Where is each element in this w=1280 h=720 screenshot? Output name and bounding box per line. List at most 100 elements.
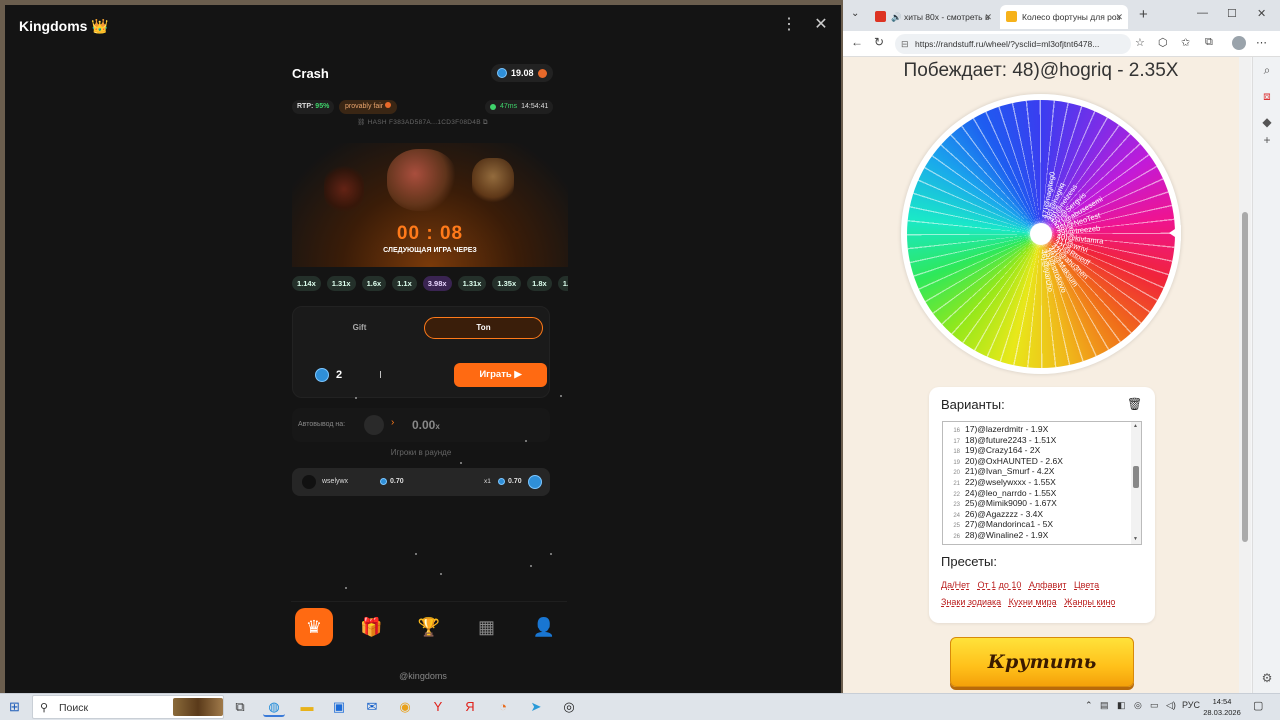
windows-start-icon[interactable]: ⊞ xyxy=(9,700,23,714)
page-scrollbar[interactable] xyxy=(1239,57,1251,693)
gift-icon[interactable] xyxy=(364,415,384,435)
maximize-icon[interactable]: ☐ xyxy=(1227,7,1237,20)
telegram-icon[interactable]: ➤ xyxy=(525,697,547,717)
yandex-icon[interactable]: Y xyxy=(427,697,449,717)
new-tab-icon[interactable]: + xyxy=(1139,6,1148,23)
more-menu-icon[interactable]: ⋮ xyxy=(781,15,797,35)
player-name: wselywx xyxy=(322,478,349,485)
chat-icon[interactable]: ◔ xyxy=(492,697,514,717)
nav-gifts-icon[interactable]: 🎁 xyxy=(353,608,391,646)
yandex-music-icon[interactable]: Я xyxy=(459,697,481,717)
search-icon[interactable]: ⌕ xyxy=(1260,63,1274,77)
nav-profile-icon[interactable]: 👤 xyxy=(525,608,563,646)
play-button[interactable]: Играть ▶ xyxy=(454,363,547,387)
page-scroll-thumb[interactable] xyxy=(1242,212,1248,542)
more-icon[interactable]: ⋯ xyxy=(1256,36,1267,49)
autowithdraw-unit: x xyxy=(435,422,440,431)
edge-browser-icon[interactable]: ◍ xyxy=(263,697,285,717)
refresh-icon[interactable]: ↻ xyxy=(874,35,884,49)
browser-tab-wheel[interactable]: Колесо фортуны для роз ✕ xyxy=(1000,5,1128,29)
tab-gift[interactable]: Gift xyxy=(301,317,418,339)
app-title: Kingdoms 👑 xyxy=(19,18,109,34)
variants-scrollbar[interactable]: ▲ ▼ xyxy=(1131,422,1141,544)
bet-amount-input[interactable]: 2 I xyxy=(315,368,382,382)
store-icon[interactable]: ▣ xyxy=(328,697,350,717)
variant-text: 21)@Ivan_Smurf - 4.2X xyxy=(965,466,1055,477)
variant-text: 27)@Mandorinca1 - 5X xyxy=(965,519,1054,530)
tab-list-icon[interactable]: ⌄ xyxy=(851,8,865,22)
variants-textarea[interactable]: 26 28)@Winaline2 - 1.9X 25 27)@Mandorinca1 … xyxy=(942,421,1142,545)
toolbox-icon[interactable]: ⧈ xyxy=(1260,89,1274,103)
decor-gift-left xyxy=(324,165,364,213)
task-view-icon[interactable]: ⧉ xyxy=(229,697,251,717)
scroll-up-icon[interactable]: ▲ xyxy=(1133,423,1138,429)
favorites-icon[interactable]: ✩ xyxy=(1181,36,1190,49)
preset-link[interactable]: Жанры кино xyxy=(1064,597,1115,607)
sparkle-dot xyxy=(525,440,527,442)
trash-icon[interactable]: 🗑 xyxy=(1127,397,1142,411)
spin-button[interactable]: Крутить xyxy=(950,637,1134,687)
close-icon[interactable]: ✕ xyxy=(813,15,829,35)
favorite-star-icon[interactable]: ☆ xyxy=(1135,36,1145,49)
player-bet-value: 0.70 xyxy=(390,478,404,485)
players-title: Игроки в раунде xyxy=(390,448,452,457)
scroll-down-icon[interactable]: ▼ xyxy=(1133,536,1138,542)
tray-app-icon[interactable]: ◎ xyxy=(1134,700,1142,711)
nav-grid-icon[interactable]: ▦ xyxy=(468,608,506,646)
add-sidebar-icon[interactable]: + xyxy=(1260,133,1274,147)
browser-tab-music[interactable]: 🔊 хиты 80х - смотреть в ✕ xyxy=(869,5,997,29)
tab-ton[interactable]: Тоn xyxy=(424,317,543,339)
close-tab-icon[interactable]: ✕ xyxy=(984,5,992,29)
presets-list: Да/Нет От 1 до 10 Алфавит Цвета Знаки зо… xyxy=(941,577,1151,611)
player-bet: 0.70 xyxy=(380,478,404,485)
back-icon[interactable]: ← xyxy=(851,35,863,49)
network-icon[interactable]: ▭ xyxy=(1150,700,1159,711)
preset-link[interactable]: Алфавит xyxy=(1029,580,1067,590)
preset-link[interactable]: От 1 до 10 xyxy=(977,580,1021,590)
nav-trophy-icon[interactable]: 🏆 xyxy=(410,608,448,646)
ping-badge: 47ms 14:54:41 xyxy=(485,100,554,114)
preset-link[interactable]: Знаки зодиака xyxy=(941,597,1001,607)
close-tab-icon[interactable]: ✕ xyxy=(1115,5,1123,29)
next-game-label: СЛЕДУЮЩАЯ ИГРА ЧЕРЕЗ xyxy=(383,247,477,254)
language-indicator[interactable]: РУС xyxy=(1182,700,1200,710)
office-icon[interactable]: ◆ xyxy=(1260,115,1274,129)
file-explorer-icon[interactable]: ▬ xyxy=(296,697,318,717)
notifications-icon[interactable]: ▢ xyxy=(1253,699,1267,713)
tray-app-icon[interactable]: ◧ xyxy=(1117,700,1126,711)
chevron-right-icon[interactable]: › xyxy=(391,417,394,428)
fortune-wheel[interactable]: 47)@nagiteg0 48)@hogriq 49)@nelzess 50)@Ser… xyxy=(901,94,1181,374)
player-win: 0.70 xyxy=(498,478,522,485)
obs-icon[interactable]: ◎ xyxy=(558,697,580,717)
variant-line: 17 18)@future2243 - 1.51X xyxy=(943,435,1131,445)
provably-fair-badge[interactable]: provably fair xyxy=(339,100,398,114)
site-info-icon[interactable]: ⊟ xyxy=(901,34,909,54)
tray-app-icon[interactable]: ▤ xyxy=(1100,700,1109,711)
url-field[interactable]: ⊟ https://randstuff.ru/wheel/?ysclid=ml3… xyxy=(895,34,1131,54)
close-window-icon[interactable]: ✕ xyxy=(1257,7,1266,20)
variant-line: 22 24)@leo_narrdo - 1.55X xyxy=(943,488,1131,498)
preset-link[interactable]: Да/Нет xyxy=(941,580,970,590)
preset-link[interactable]: Кухни мира xyxy=(1009,597,1057,607)
profile-avatar[interactable] xyxy=(1232,36,1246,50)
yandex-browser-icon[interactable]: ◉ xyxy=(394,697,416,717)
settings-gear-icon[interactable]: ⚙ xyxy=(1260,671,1274,685)
round-hash[interactable]: ⛓ HASH F383AD587A...1CD3F08D4B ⧉ xyxy=(357,118,488,127)
volume-icon[interactable]: ◁) xyxy=(1166,700,1176,711)
collections-icon[interactable]: ⧉ xyxy=(1205,36,1213,49)
extensions-icon[interactable]: ⬡ xyxy=(1158,36,1168,49)
preset-link[interactable]: Цвета xyxy=(1074,580,1099,590)
footer-handle[interactable]: @kingdoms xyxy=(5,671,841,681)
line-number: 21 xyxy=(953,481,960,487)
autowithdraw-input[interactable]: 0.00x xyxy=(412,418,440,432)
variant-text: 22)@wselywxxx - 1.55X xyxy=(965,477,1056,487)
balance-badge[interactable]: 19.08 xyxy=(491,64,553,82)
outlook-icon[interactable]: ✉ xyxy=(361,697,383,717)
nav-games-icon[interactable]: ♛ xyxy=(295,608,333,646)
variants-scroll-thumb[interactable] xyxy=(1133,466,1139,488)
tray-overflow-icon[interactable]: ⌃ xyxy=(1085,700,1093,711)
taskbar-clock[interactable]: 14:54 28.03.2026 xyxy=(1200,696,1244,718)
line-number: 22 xyxy=(953,491,960,498)
taskbar-search[interactable]: ⚲ Поиск xyxy=(32,695,224,719)
minimize-icon[interactable]: — xyxy=(1197,7,1208,19)
